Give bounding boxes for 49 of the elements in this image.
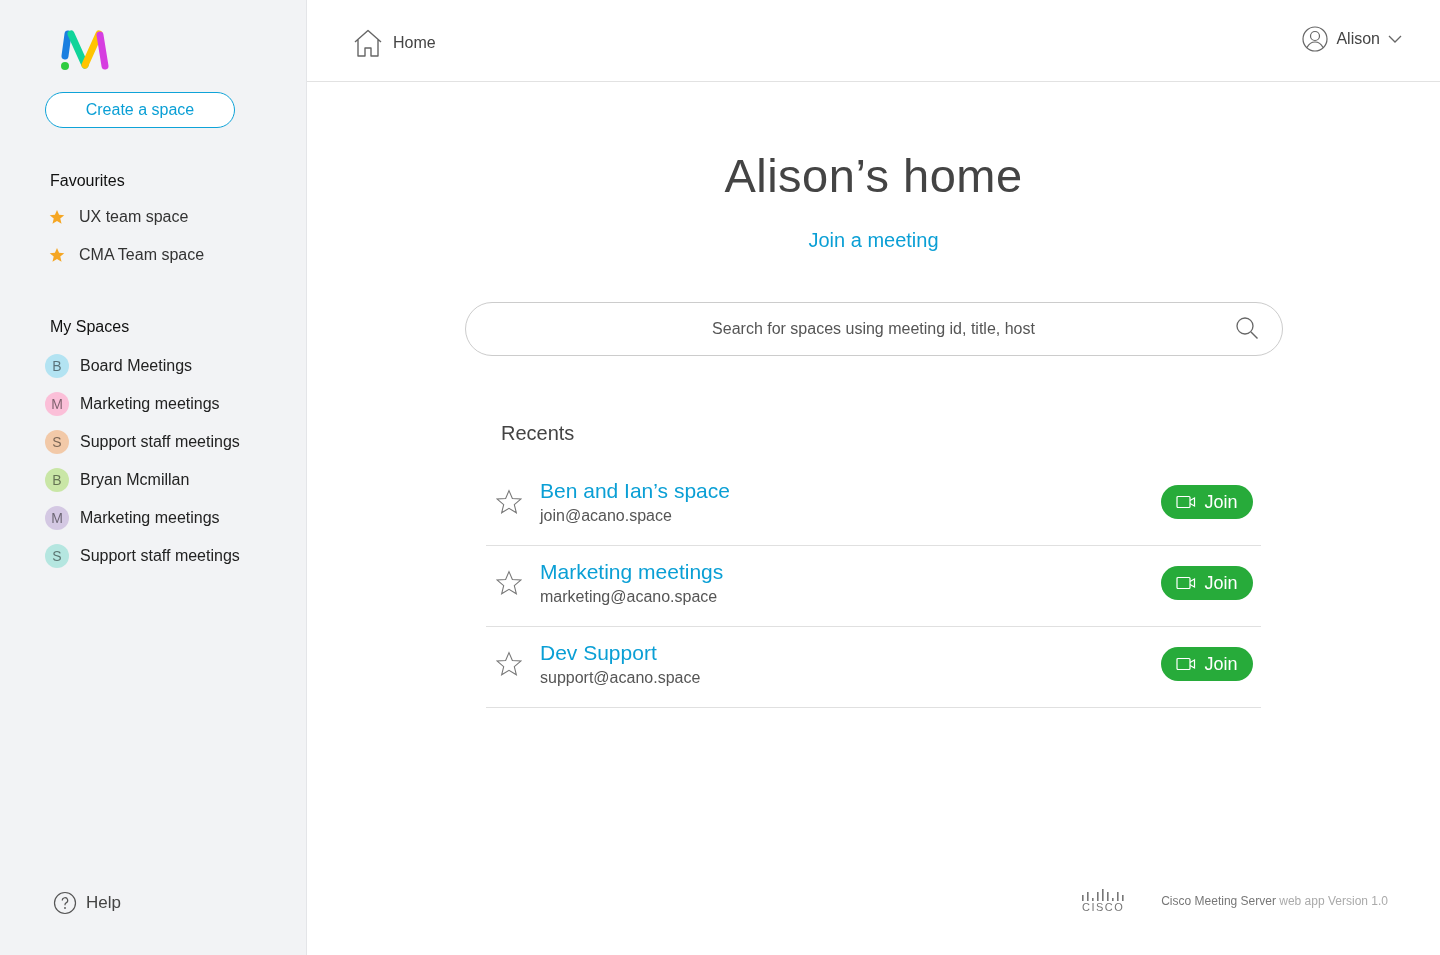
space-label: Support staff meetings <box>80 547 240 565</box>
avatar: S <box>45 544 69 568</box>
star-icon[interactable] <box>496 489 522 515</box>
star-icon[interactable] <box>496 651 522 677</box>
star-icon <box>49 209 65 225</box>
home-icon <box>353 28 383 57</box>
help-icon <box>53 891 77 915</box>
space-item[interactable]: S Support staff meetings <box>45 430 306 454</box>
section-heading: Recents <box>501 422 576 445</box>
favourite-label: UX team space <box>79 208 189 226</box>
space-item[interactable]: M Marketing meetings <box>45 392 306 416</box>
video-camera-icon <box>1176 576 1197 590</box>
space-label: Bryan Mcmillan <box>80 471 190 489</box>
space-address: support@acano.space <box>540 669 702 687</box>
space-label: Support staff meetings <box>80 433 240 451</box>
favourite-label: CMA Team space <box>79 246 205 264</box>
star-icon[interactable] <box>496 570 522 596</box>
space-item[interactable]: B Board Meetings <box>45 354 306 378</box>
star-icon <box>49 247 65 263</box>
avatar: M <box>45 506 69 530</box>
help-link[interactable]: Help <box>53 891 306 915</box>
space-address: marketing@acano.space <box>540 588 719 606</box>
cisco-logo: CISCO <box>1081 889 1126 913</box>
video-camera-icon <box>1176 495 1197 509</box>
user-icon <box>1302 25 1329 52</box>
space-item[interactable]: S Support staff meetings <box>45 544 306 568</box>
space-label: Marketing meetings <box>80 395 220 413</box>
space-label: Board Meetings <box>80 357 193 375</box>
space-item[interactable]: M Marketing meetings <box>45 506 306 530</box>
section-heading: Favourites <box>50 172 126 190</box>
avatar: B <box>45 468 69 492</box>
section-heading: My Spaces <box>50 318 131 336</box>
space-label: Marketing meetings <box>80 509 220 527</box>
chevron-down-icon <box>1388 34 1402 43</box>
version-text: Cisco Meeting Server web app Version 1.0 <box>1161 894 1388 908</box>
logo-icon <box>59 28 111 72</box>
favourite-item[interactable]: UX team space <box>49 208 306 226</box>
avatar: B <box>45 354 69 378</box>
search-icon <box>1234 316 1259 340</box>
home-link[interactable]: Home <box>353 28 436 57</box>
search-field[interactable]: Search for spaces using meeting id, title, host <box>464 302 1283 356</box>
space-address: join@acano.space <box>540 507 673 525</box>
video-camera-icon <box>1176 657 1197 671</box>
user-menu[interactable]: Alison <box>1302 25 1402 52</box>
page-title: Alison’s home <box>724 148 1023 203</box>
favourite-item[interactable]: CMA Team space <box>49 246 306 264</box>
space-item[interactable]: B Bryan Mcmillan <box>45 468 306 492</box>
avatar: M <box>45 392 69 416</box>
avatar: S <box>45 430 69 454</box>
